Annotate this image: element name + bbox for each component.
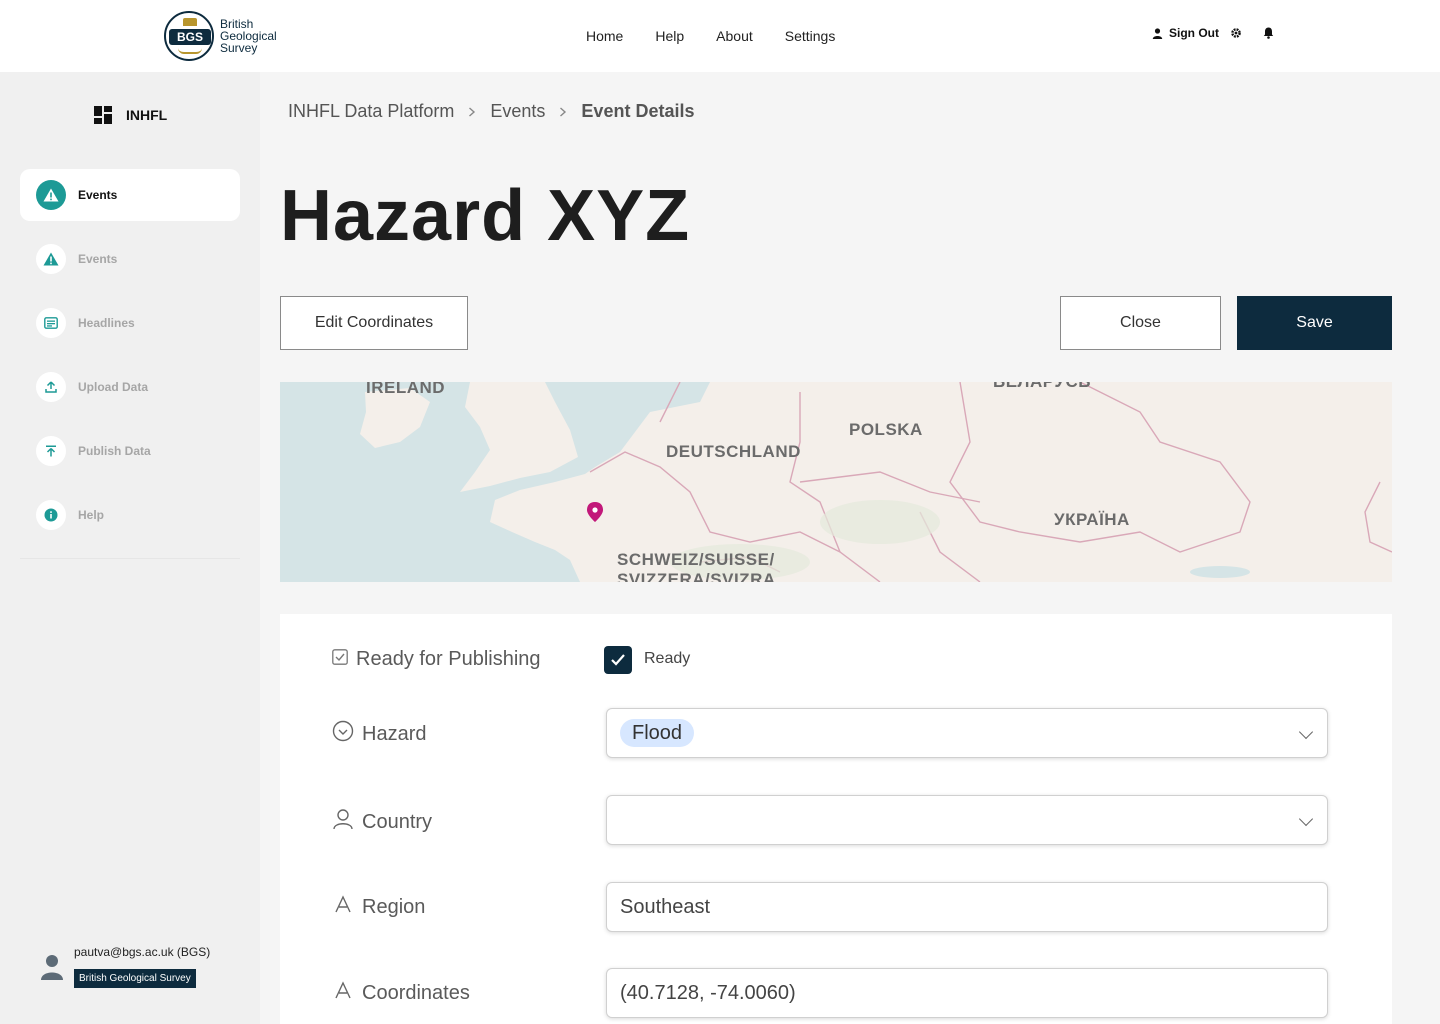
page-title: Hazard XYZ: [280, 176, 691, 256]
chevron-down-icon: [1298, 811, 1314, 827]
ready-label-text: Ready for Publishing: [356, 648, 541, 670]
coordinates-label-text: Coordinates: [362, 981, 470, 1004]
checkbox-square-icon: [332, 648, 348, 671]
close-button[interactable]: Close: [1060, 296, 1221, 350]
nav-about[interactable]: About: [700, 24, 769, 48]
hazard-label-text: Hazard: [362, 722, 427, 745]
avatar: [40, 954, 64, 985]
event-map[interactable]: IRELAND БЕЛАРУСЬ POLSKA DEUTSCHLAND УКРА…: [280, 382, 1392, 582]
map-label-deutschland: DEUTSCHLAND: [666, 442, 801, 461]
map-label-switzerland-2: SVIZZERA/SVIZRA: [617, 570, 776, 582]
ready-checkbox[interactable]: [604, 646, 632, 674]
map-label-ireland: IRELAND: [366, 382, 446, 397]
breadcrumb-root[interactable]: INHFL Data Platform: [288, 101, 454, 122]
hazard-chip[interactable]: Flood: [620, 719, 695, 747]
sidebar-item-label: Help: [78, 508, 105, 522]
hazard-select[interactable]: Flood: [606, 708, 1328, 758]
bgs-logo[interactable]: BGS British Geological Survey: [164, 11, 300, 61]
country-select[interactable]: [606, 795, 1328, 845]
region-label-text: Region: [362, 895, 426, 918]
person-icon: [332, 808, 354, 836]
map-label-ukraine: УКРАЇНА: [1054, 510, 1130, 529]
coordinates-label: Coordinates: [332, 981, 470, 1005]
sign-out-button[interactable]: Sign Out: [1150, 26, 1219, 40]
save-button[interactable]: Save: [1237, 296, 1392, 350]
sidebar-item-publish-data[interactable]: Publish Data: [20, 425, 240, 477]
region-input[interactable]: Southeast: [606, 882, 1328, 932]
country-label: Country: [332, 808, 432, 836]
warning-icon: [36, 180, 66, 210]
ready-checkbox-label: Ready: [644, 650, 691, 667]
user-actions: Sign Out: [1150, 26, 1275, 40]
nav-home[interactable]: Home: [570, 24, 639, 48]
sign-out-label: Sign Out: [1169, 26, 1219, 40]
dashboard-icon: [94, 106, 112, 124]
user-icon: [1150, 26, 1164, 40]
ready-for-publishing-label: Ready for Publishing: [332, 648, 541, 671]
sidebar-header: INHFL: [94, 106, 167, 124]
map-label-belarus: БЕЛАРУСЬ: [993, 382, 1091, 392]
upload-icon: [36, 372, 66, 402]
sidebar-item-events[interactable]: Events: [20, 233, 240, 285]
region-label: Region: [332, 895, 425, 919]
user-org-badge: British Geological Survey: [74, 969, 196, 988]
breadcrumb-events[interactable]: Events: [490, 101, 545, 122]
breadcrumb-current: Event Details: [581, 101, 695, 121]
sidebar-item-label: Events: [78, 252, 118, 266]
edit-coordinates-button[interactable]: Edit Coordinates: [280, 296, 468, 350]
sidebar-user[interactable]: pautva@bgs.ac.uk (BGS) British Geologica…: [40, 944, 210, 988]
nav-settings[interactable]: Settings: [769, 24, 852, 48]
user-email: pautva@bgs.ac.uk (BGS): [74, 945, 211, 959]
event-form: Ready for Publishing Ready Hazard Flood …: [280, 614, 1392, 1024]
crown-icon: [183, 18, 197, 26]
sidebar-item-help[interactable]: Help: [20, 489, 240, 541]
hazard-label: Hazard: [332, 720, 426, 748]
logo-letters: BGS: [169, 29, 211, 45]
logo-text: British Geological Survey: [220, 17, 277, 55]
main-nav: Home Help About Settings: [570, 24, 851, 48]
check-icon: [611, 654, 625, 666]
sidebar-item-headlines[interactable]: Headlines: [20, 297, 240, 349]
newspaper-icon: [36, 308, 66, 338]
breadcrumb: INHFL Data Platform Events Event Details: [288, 101, 694, 122]
sidebar: INHFL Events Events Headlines Upload Dat…: [0, 72, 260, 1024]
map-label-switzerland: SCHWEIZ/SUISSE/: [617, 550, 775, 569]
sidebar-item-label: Events: [78, 188, 118, 202]
warning-icon: [36, 244, 66, 274]
country-label-text: Country: [362, 810, 433, 833]
text-a-icon: [332, 981, 354, 1005]
bell-icon[interactable]: [1261, 26, 1275, 40]
sidebar-item-events-active[interactable]: Events: [20, 169, 240, 221]
chevron-right-icon: [468, 104, 476, 120]
coordinates-input[interactable]: (40.7128, -74.0060): [606, 968, 1328, 1018]
sidebar-title: INHFL: [126, 107, 168, 123]
text-a-icon: [332, 895, 354, 919]
map-canvas: [280, 382, 1392, 582]
publish-icon: [36, 436, 66, 466]
nav-help[interactable]: Help: [639, 24, 700, 48]
top-navbar: BGS British Geological Survey Home Help …: [0, 0, 1440, 72]
gear-icon[interactable]: [1229, 26, 1243, 40]
sidebar-item-label: Upload Data: [78, 380, 149, 394]
sidebar-item-label: Headlines: [78, 316, 135, 330]
logo-arc: [178, 48, 202, 54]
map-label-polska: POLSKA: [849, 420, 923, 439]
bgs-logo-badge: BGS: [164, 11, 214, 61]
chevron-down-icon: [1298, 724, 1314, 740]
chevron-right-icon: [559, 104, 567, 120]
sidebar-divider: [20, 558, 240, 559]
sidebar-item-upload-data[interactable]: Upload Data: [20, 361, 240, 413]
circle-check-icon: [332, 720, 354, 748]
info-icon: [36, 500, 66, 530]
sidebar-item-label: Publish Data: [78, 444, 151, 458]
